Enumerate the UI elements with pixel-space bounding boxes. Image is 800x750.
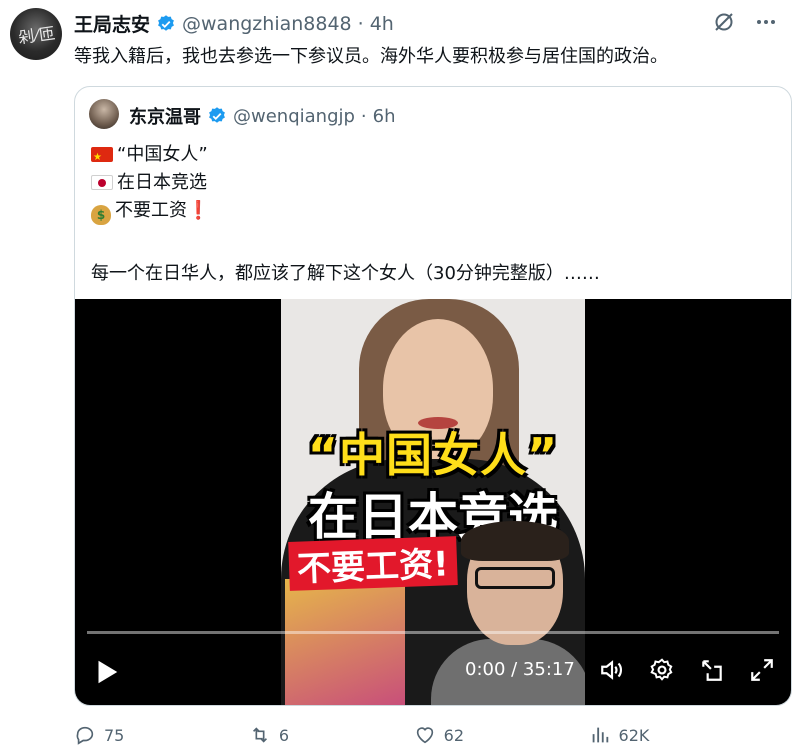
quote-author-name[interactable]: 东京温哥 xyxy=(129,103,201,129)
avatar-graffiti-art: 剁 ⁄ 匝 xyxy=(17,23,55,48)
settings-gear-icon[interactable] xyxy=(649,657,675,683)
views-icon xyxy=(592,727,608,743)
video-overlay-line-1: “中国女人” xyxy=(307,428,559,482)
japan-flag-icon xyxy=(91,175,113,190)
quote-line-2: 在日本竞选 xyxy=(91,169,209,197)
man-hair xyxy=(461,521,569,561)
quote-line-3-text: 不要工资 xyxy=(115,200,187,221)
quote-author-handle[interactable]: @wenqiangjp xyxy=(233,106,355,127)
quote-line-3: $ 不要工资❗ xyxy=(91,197,209,225)
quoted-tweet[interactable]: 东京温哥 @wenqiangjp · 6h “中国女人” 在日本竞选 $不要工资… xyxy=(74,86,792,706)
quote-line-1-text: “中国女人” xyxy=(117,144,208,165)
reply-button[interactable]: 75 xyxy=(74,724,124,746)
fullscreen-icon[interactable] xyxy=(749,657,775,683)
author-handle[interactable]: @wangzhian8848 xyxy=(182,13,352,35)
video-thumbnail: “中国女人” 在日本竞选 不要工资! xyxy=(281,299,585,705)
verified-badge-icon xyxy=(158,14,174,31)
video-player[interactable]: “中国女人” 在日本竞选 不要工资! 0:00 / 35:17 xyxy=(75,299,791,705)
reply-icon xyxy=(76,726,94,745)
top-right-icons xyxy=(712,10,778,34)
tweet-time[interactable]: 4h xyxy=(370,13,394,35)
retweet-button[interactable]: 6 xyxy=(249,724,289,746)
man-glasses xyxy=(475,567,555,589)
views-button[interactable]: 62K xyxy=(589,724,650,746)
volume-icon[interactable] xyxy=(599,657,625,683)
separator-dot: · xyxy=(360,105,367,127)
video-progress-bar[interactable] xyxy=(87,631,779,634)
money-bag-icon: $ xyxy=(91,205,111,225)
view-count: 62K xyxy=(618,725,650,745)
tweet-action-bar: 75 6 62 62K xyxy=(74,724,792,746)
reply-count: 75 xyxy=(104,725,125,745)
exclamation-mark: ❗ xyxy=(187,200,210,221)
verified-badge-icon xyxy=(209,107,225,123)
tweet-header: 王局志安 @wangzhian8848 · 4h xyxy=(74,10,394,37)
picture-in-picture-icon[interactable] xyxy=(699,657,725,683)
like-button[interactable]: 62 xyxy=(414,724,464,746)
video-timecode: 0:00 / 35:17 xyxy=(465,659,575,680)
like-count: 62 xyxy=(443,725,464,745)
retweet-count: 6 xyxy=(278,725,290,745)
quote-time[interactable]: 6h xyxy=(373,106,396,127)
grok-icon[interactable] xyxy=(712,10,736,34)
video-overlay-line-3: 不要工资! xyxy=(288,536,458,591)
retweet-icon xyxy=(252,727,267,743)
video-control-icons xyxy=(599,657,775,683)
quote-author-avatar[interactable] xyxy=(89,99,119,129)
quote-line-2-text: 在日本竞选 xyxy=(117,172,207,193)
quote-text-lines: “中国女人” 在日本竞选 $不要工资❗ xyxy=(91,141,209,225)
more-icon[interactable] xyxy=(754,10,778,34)
quote-description: 每一个在日华人，都应该了解下这个女人（30分钟完整版）…… xyxy=(91,263,600,284)
author-avatar[interactable]: 剁 ⁄ 匝 xyxy=(10,8,62,60)
separator-dot: · xyxy=(357,12,364,35)
china-flag-icon xyxy=(91,144,113,172)
like-icon xyxy=(416,727,433,744)
video-controls: 0:00 / 35:17 xyxy=(75,649,791,699)
quote-header: 东京温哥 @wenqiangjp · 6h xyxy=(129,103,396,129)
quote-line-1: “中国女人” xyxy=(91,141,209,172)
tweet-text: 等我入籍后，我也去参选一下参议员。海外华人要积极参与居住国的政治。 xyxy=(74,46,668,67)
play-icon[interactable] xyxy=(91,657,121,687)
author-name[interactable]: 王局志安 xyxy=(74,10,150,37)
